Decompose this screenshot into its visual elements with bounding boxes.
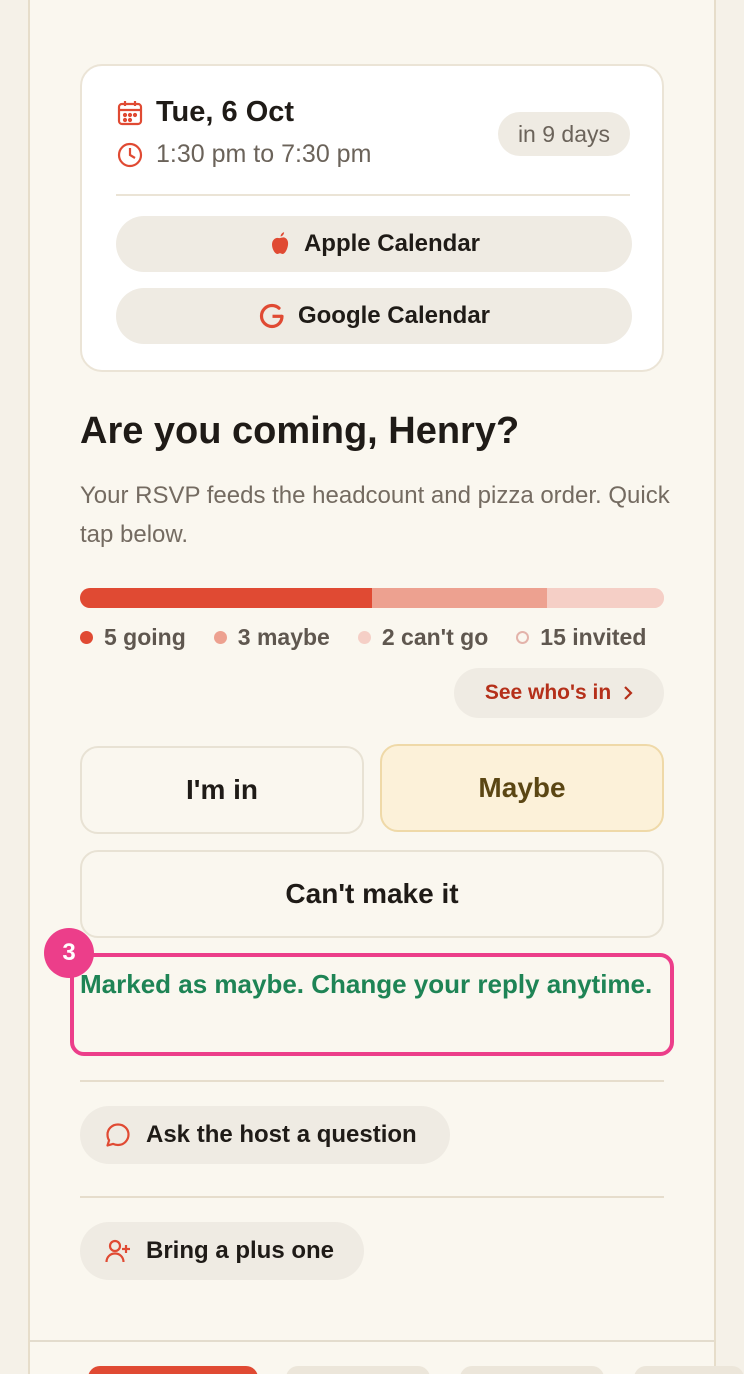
chevron-right-icon [623,685,633,701]
apple-calendar-button[interactable]: Apple Calendar [116,216,632,272]
invited-count: 15 invited [540,624,647,650]
google-calendar-label: Google Calendar [297,302,491,329]
see-whos-in-label: See who's in [484,681,612,704]
event-card: Tue, 6 Oct 1:30 pm to 7:30 pm in 9 days … [80,64,664,372]
bottom-tab[interactable] [634,1366,744,1374]
invited-dot [516,631,530,644]
maybe-count: 3 maybe [237,624,330,650]
event-time: 1:30 pm to 7:30 pm [156,140,372,168]
google-calendar-button[interactable]: Google Calendar [116,288,632,344]
going-count: 5 going [104,624,186,650]
ask-host-button[interactable]: Ask the host a question [80,1106,450,1164]
rsvp-status-message: Marked as maybe. Change your reply anyti… [80,969,653,999]
going-segment [80,588,372,608]
bring-plus-one-button[interactable]: Bring a plus one [80,1222,364,1280]
maybe-button[interactable]: Maybe [380,744,664,832]
maybe-dot [213,631,227,644]
legend-maybe: 3 maybe [213,624,330,651]
cant-go-count: 2 can't go [381,624,489,650]
cant-go-segment [547,588,664,608]
cant-make-it-button[interactable]: Can't make it [80,850,664,938]
event-date: Tue, 6 Oct [156,96,295,128]
apple-icon [268,230,292,258]
calendar-icon [116,99,144,127]
headcount-legend: 5 going 3 maybe 2 can't go 15 invited [80,624,680,651]
apple-calendar-label: Apple Calendar [303,230,481,257]
bottom-tab[interactable] [286,1366,430,1374]
divider [80,1196,664,1198]
rsvp-heading: Are you coming, Henry? [80,410,520,452]
bottom-tab[interactable] [460,1366,604,1374]
maybe-segment [372,588,548,608]
google-icon [258,302,286,330]
time-row: 1:30 pm to 7:30 pm [116,140,371,169]
legend-cant-go: 2 can't go [357,624,489,651]
chat-bubble-icon [104,1121,132,1149]
divider [80,1080,664,1082]
clock-icon [116,141,144,169]
see-whos-in-button[interactable]: See who's in [454,668,664,718]
going-dot [80,631,93,644]
date-row: Tue, 6 Oct [116,96,294,129]
im-in-button[interactable]: I'm in [80,746,364,834]
countdown-badge: in 9 days [497,112,630,156]
legend-invited: 15 invited [516,624,646,651]
card-divider [116,194,630,196]
headcount-bar [80,588,664,608]
plus-one-label: Bring a plus one [146,1237,335,1264]
annotation-badge: 3 [44,928,94,978]
cant-go-dot [357,631,371,644]
user-plus-icon [104,1237,132,1265]
bottom-tab-active[interactable] [88,1366,258,1374]
legend-going: 5 going [80,624,186,651]
ask-host-label: Ask the host a question [146,1121,417,1148]
rsvp-subtext: Your RSVP feeds the headcount and pizza … [80,482,670,548]
